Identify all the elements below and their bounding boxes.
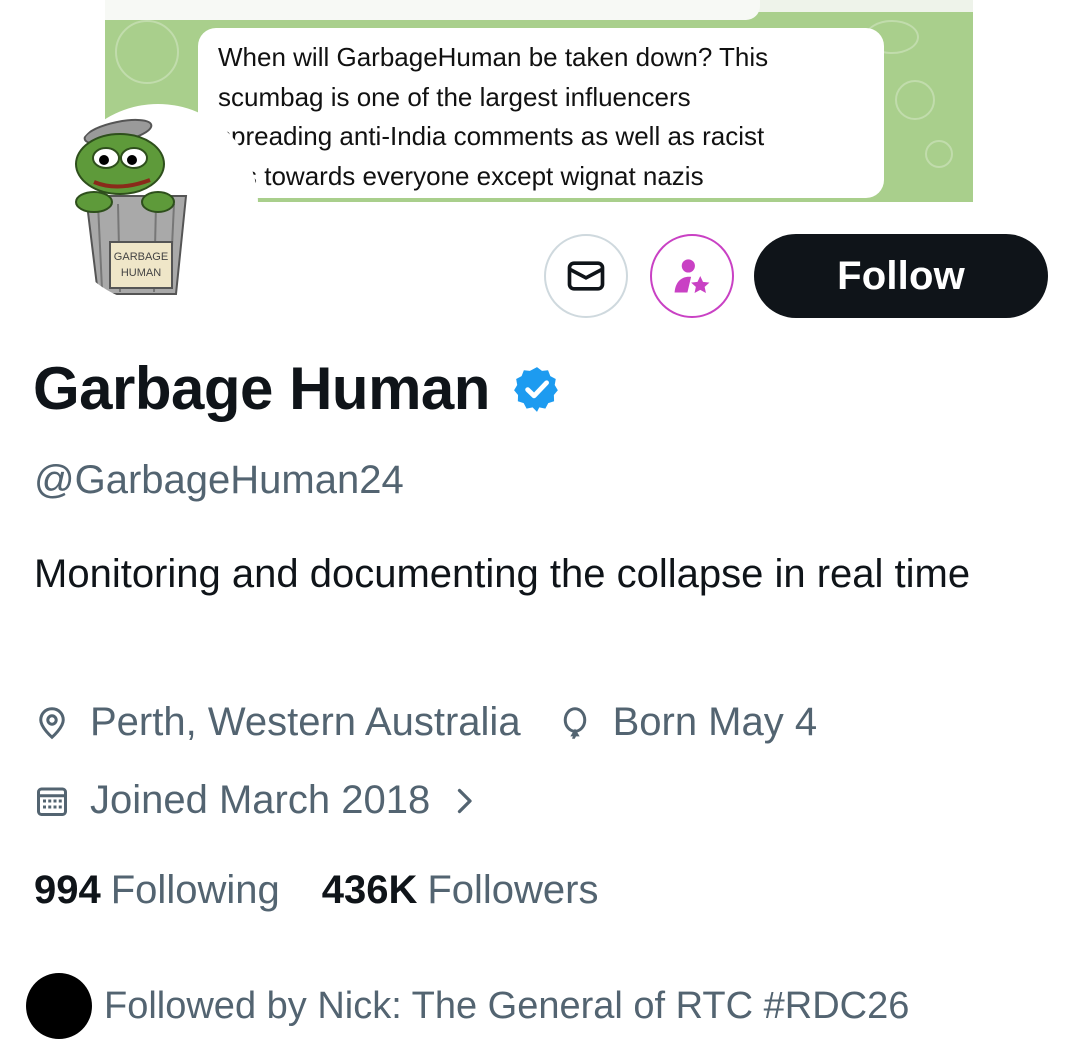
location-item: Perth, Western Australia — [34, 700, 521, 745]
balloon-icon — [563, 706, 586, 739]
location-pin-icon — [39, 706, 65, 739]
following-count: 994 — [34, 868, 101, 912]
verified-badge-icon[interactable] — [512, 364, 562, 419]
followers-label: Followers — [427, 868, 599, 912]
chat-message-line: lies towards everyone except wignat nazi… — [218, 160, 704, 191]
followers-link[interactable]: 436K Followers — [322, 868, 599, 913]
profile-name-row: Garbage Human — [33, 354, 562, 423]
message-button[interactable] — [544, 234, 628, 318]
location-text: Perth, Western Australia — [90, 700, 521, 744]
display-name: Garbage Human — [33, 355, 490, 422]
joined-row[interactable]: Joined March 2018 — [34, 778, 482, 823]
birthday-item: Born May 4 — [557, 700, 818, 745]
chat-message-line: spreading anti-India comments as well as… — [218, 121, 765, 151]
subscribe-button[interactable] — [650, 234, 734, 318]
joined-text: Joined March 2018 — [90, 778, 431, 822]
calendar-icon — [37, 787, 67, 816]
follow-stats: 994 Following 436K Followers — [34, 868, 641, 913]
chat-bubble-previous — [105, 0, 760, 20]
envelope-icon — [567, 261, 605, 291]
sign-text: HUMAN — [121, 267, 161, 279]
chat-message-line: scumbag is one of the largest influencer… — [218, 81, 691, 112]
follow-button[interactable]: Follow — [754, 234, 1048, 318]
sign-text: GARBAGE — [114, 251, 168, 263]
birthday-text: Born May 4 — [612, 700, 818, 744]
following-label: Following — [110, 868, 280, 912]
chat-message-bubble: When will GarbageHuman be taken down? Th… — [198, 28, 884, 198]
joined-item[interactable]: Joined March 2018 — [34, 778, 482, 823]
chat-message-line: When will GarbageHuman be taken down? Th… — [218, 42, 769, 72]
person-star-icon — [674, 259, 710, 294]
profile-handle: @GarbageHuman24 — [34, 458, 404, 502]
following-link[interactable]: 994 Following — [34, 868, 280, 913]
profile-meta-row: Perth, Western Australia Born May 4 — [34, 700, 817, 745]
follower-avatar[interactable] — [26, 973, 92, 1039]
chevron-right-icon[interactable] — [446, 783, 482, 819]
followed-by-row[interactable]: Followed by Nick: The General of RTC #RD… — [26, 973, 909, 1039]
followers-count: 436K — [321, 868, 418, 912]
profile-avatar[interactable]: GARBAGE HUMAN — [58, 104, 258, 304]
followed-by-text: Followed by Nick: The General of RTC #RD… — [104, 984, 910, 1027]
profile-bio: Monitoring and documenting the collapse … — [34, 552, 971, 596]
trash-can-frog-icon: GARBAGE HUMAN — [75, 118, 188, 295]
